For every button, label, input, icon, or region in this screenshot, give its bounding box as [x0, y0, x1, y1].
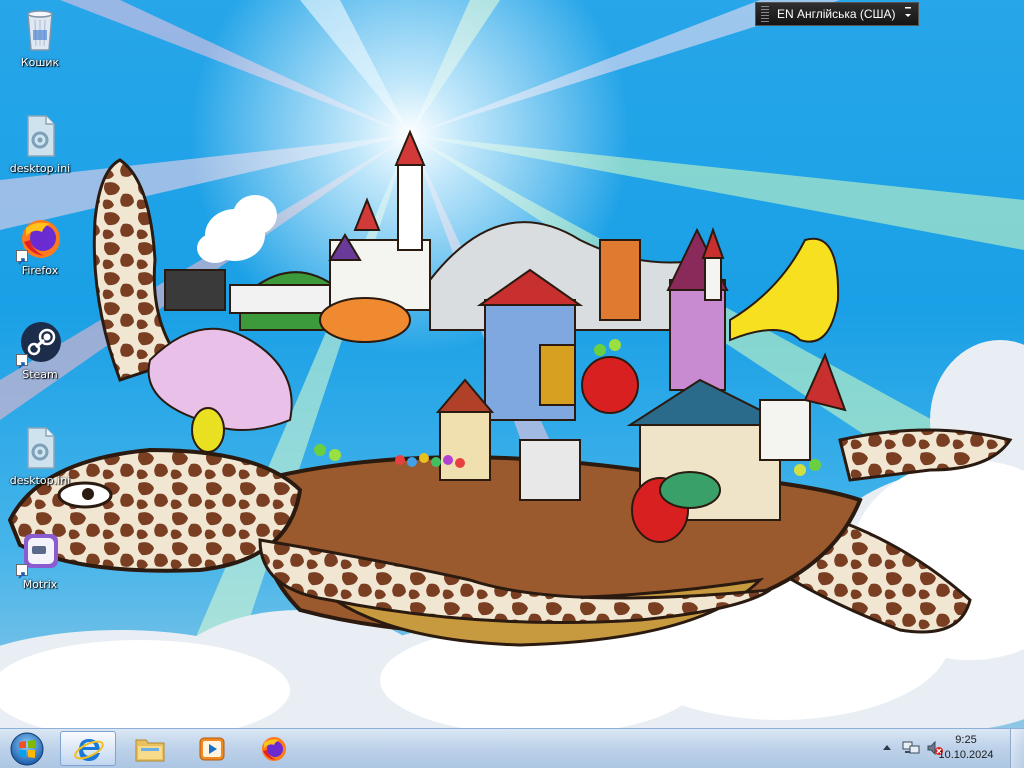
clock-date: 10.10.2024	[938, 749, 994, 761]
desktop-icon-label: Motrix	[22, 578, 58, 591]
start-button[interactable]	[3, 731, 51, 767]
file-explorer-icon	[135, 739, 165, 762]
desktop-icon-firefox[interactable]: Firefox	[4, 214, 76, 286]
language-bar[interactable]: EN Англійська (США)	[755, 2, 919, 26]
desktop-icon-label: desktop.ini	[9, 474, 71, 487]
taskbar-internet-explorer[interactable]	[60, 731, 116, 766]
desktop-icon-desktop-ini-1[interactable]: desktop.ini	[4, 112, 76, 184]
taskbar-file-explorer[interactable]	[122, 731, 178, 766]
desktop-icon-label: Кошик	[20, 56, 60, 69]
taskbar-firefox[interactable]	[246, 731, 302, 766]
desktop-icon-steam[interactable]: Steam	[4, 318, 76, 390]
desktop-icon-label: Firefox	[21, 264, 59, 277]
firefox-icon	[262, 737, 286, 761]
settings-file-icon	[16, 112, 64, 160]
steam-icon	[16, 318, 64, 369]
settings-file-icon	[16, 424, 64, 472]
clock[interactable]: 9:25 10.10.2024	[936, 733, 996, 763]
taskbar-media-player[interactable]	[184, 731, 240, 766]
shortcut-arrow-icon	[16, 354, 28, 369]
desktop-icon-recycle-bin[interactable]: Кошик	[4, 6, 76, 78]
taskbar: 9:25 10.10.2024	[0, 728, 1024, 768]
language-indicator[interactable]: EN Англійська (США)	[777, 7, 902, 21]
firefox-icon	[16, 214, 64, 265]
system-tray: 9:25 10.10.2024	[856, 729, 1024, 768]
network-icon[interactable]	[902, 740, 920, 760]
wallpaper	[0, 0, 1024, 768]
recycle-bin-icon	[16, 6, 64, 54]
language-bar-options-icon[interactable]	[902, 6, 914, 22]
desktop-icon-label: desktop.ini	[9, 162, 71, 175]
desktop[interactable]: Кошик desktop.ini Firefox Steam desktop.…	[0, 0, 1024, 768]
desktop-icon-desktop-ini-2[interactable]: desktop.ini	[4, 424, 76, 496]
clock-time: 9:25	[955, 734, 977, 746]
desktop-icon-motrix[interactable]: Motrix	[4, 528, 76, 600]
internet-explorer-icon	[74, 739, 104, 761]
motrix-icon	[16, 528, 64, 579]
show-hidden-icons-icon[interactable]	[882, 740, 892, 759]
shortcut-arrow-icon	[16, 250, 28, 265]
media-player-icon	[199, 737, 225, 761]
language-bar-grip[interactable]	[761, 6, 769, 22]
desktop-icon-label: Steam	[22, 368, 58, 381]
show-desktop-button[interactable]	[1010, 729, 1024, 768]
windows-logo-icon	[10, 732, 44, 766]
shortcut-arrow-icon	[16, 564, 28, 579]
